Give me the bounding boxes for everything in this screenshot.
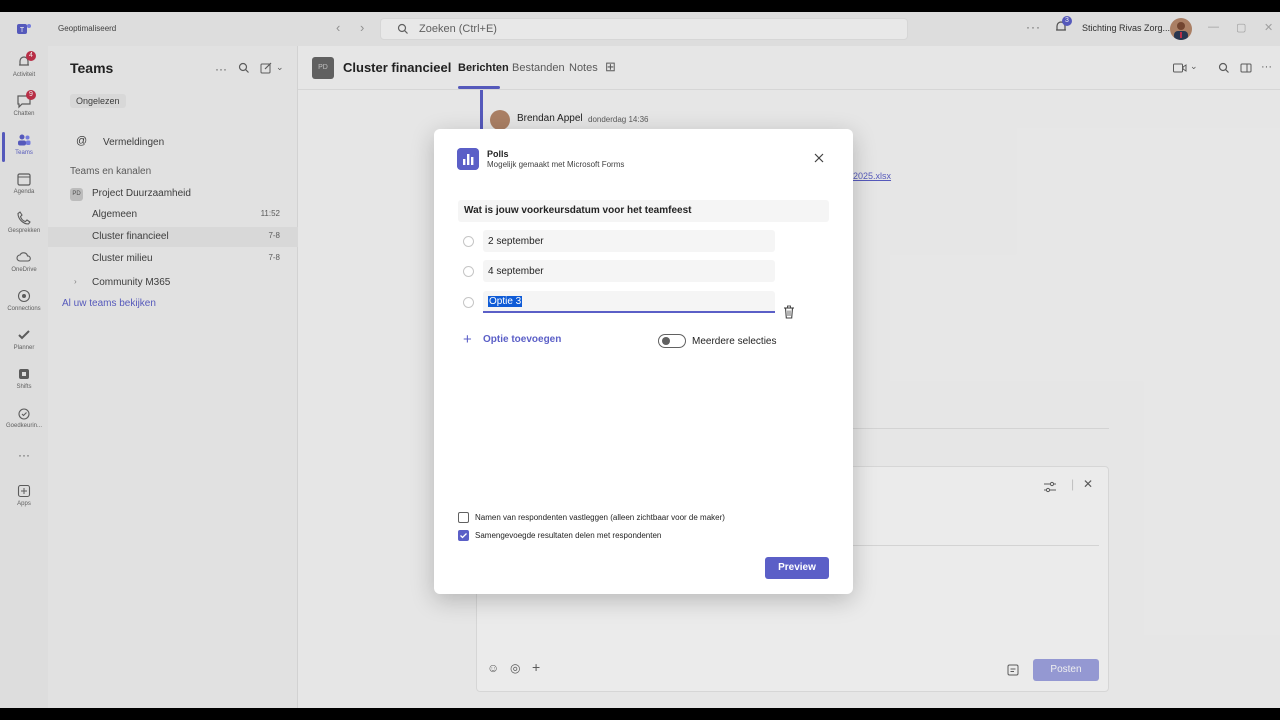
- multi-select-toggle[interactable]: [658, 334, 686, 348]
- preview-button[interactable]: Preview: [765, 557, 829, 579]
- checkmark-icon: [460, 533, 467, 539]
- delete-option-icon[interactable]: [783, 305, 795, 319]
- option-radio: [463, 266, 474, 277]
- dialog-title: Polls: [487, 149, 509, 159]
- question-text: Wat is jouw voorkeursdatum voor het team…: [464, 205, 692, 216]
- record-names-label: Namen van respondenten vastleggen (allee…: [475, 513, 725, 522]
- teams-window: T Geoptimaliseerd ‹ › Zoeken (Ctrl+E) ··…: [0, 12, 1280, 708]
- question-input[interactable]: Wat is jouw voorkeursdatum voor het team…: [458, 200, 829, 222]
- toggle-knob: [662, 337, 670, 345]
- option-radio: [463, 236, 474, 247]
- option-radio: [463, 297, 474, 308]
- option-input[interactable]: 4 september: [483, 260, 775, 282]
- multi-select-label: Meerdere selecties: [692, 336, 777, 347]
- option-input-active[interactable]: Optie 3: [483, 291, 775, 313]
- plus-icon: +: [463, 331, 472, 348]
- option-text: 2 september: [488, 236, 544, 247]
- share-results-label: Samengevoegde resultaten delen met respo…: [475, 531, 662, 540]
- polls-dialog: Polls Mogelijk gemaakt met Microsoft For…: [434, 129, 853, 594]
- record-names-checkbox[interactable]: [458, 512, 469, 523]
- option-text: 4 september: [488, 266, 544, 277]
- polls-app-icon: [457, 148, 479, 170]
- option-text-selected: Optie 3: [488, 296, 523, 307]
- option-input[interactable]: 2 september: [483, 230, 775, 252]
- share-results-checkbox[interactable]: [458, 530, 469, 541]
- dialog-subtitle: Mogelijk gemaakt met Microsoft Forms: [487, 160, 625, 169]
- close-icon[interactable]: [813, 152, 825, 164]
- add-option-label: Optie toevoegen: [483, 334, 562, 345]
